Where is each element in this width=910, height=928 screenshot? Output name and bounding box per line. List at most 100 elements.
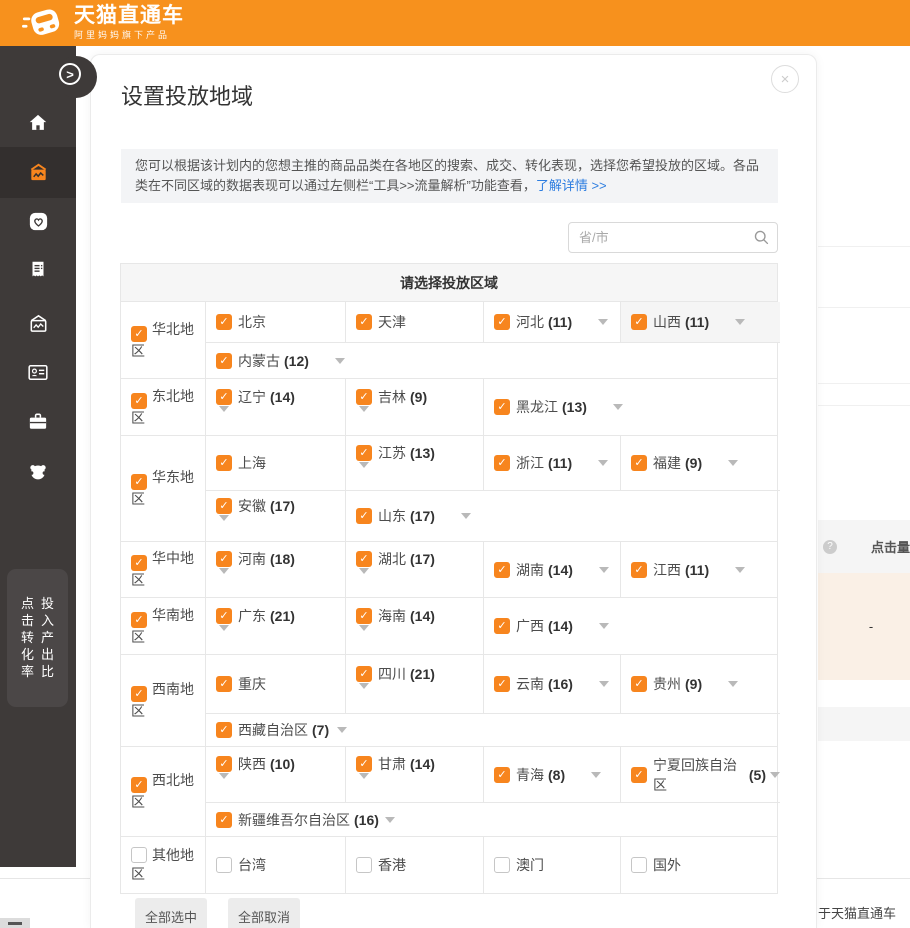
province-checkbox[interactable]: ✓ (494, 767, 510, 783)
province-checkbox[interactable]: ✓ (494, 618, 510, 634)
province-checkbox[interactable]: ✓ (216, 314, 232, 330)
province-checkbox[interactable]: ✓ (216, 756, 232, 772)
expand-cities-arrow-icon[interactable] (591, 772, 601, 778)
expand-cities-arrow-icon[interactable] (219, 515, 229, 537)
province-checkbox[interactable]: ✓ (631, 767, 647, 783)
expand-cities-arrow-icon[interactable] (219, 406, 229, 428)
expand-cities-arrow-icon[interactable] (359, 773, 369, 795)
metric-tab-roi[interactable]: 投入产出比 (41, 597, 54, 679)
metric-char: 入 (41, 614, 54, 628)
expand-cities-arrow-icon[interactable] (598, 319, 608, 325)
region-search-input[interactable] (568, 222, 778, 253)
expand-cities-arrow-icon[interactable] (613, 404, 623, 410)
province-label: 黑龙江 (516, 397, 558, 417)
expand-cities-arrow-icon[interactable] (728, 460, 738, 466)
expand-cities-arrow-icon[interactable] (359, 625, 369, 647)
close-icon[interactable]: × (771, 65, 799, 93)
expand-cities-arrow-icon[interactable] (599, 681, 609, 687)
region-checkbox[interactable]: ✓ (131, 326, 147, 342)
expand-cities-arrow-icon[interactable] (359, 462, 369, 484)
expand-cities-arrow-icon[interactable] (598, 460, 608, 466)
region-checkbox[interactable] (131, 847, 147, 863)
sidebar-item-tmall-cat[interactable] (0, 460, 76, 488)
province-checkbox[interactable]: ✓ (494, 455, 510, 471)
province-checkbox[interactable]: ✓ (356, 445, 372, 461)
metric-tab-click-conversion[interactable]: 点击转化率 (21, 597, 34, 679)
expand-cities-arrow-icon[interactable] (461, 513, 471, 519)
expand-sidebar-icon[interactable]: > (59, 63, 81, 85)
province-checkbox[interactable] (631, 857, 647, 873)
province-label: 陕西 (238, 754, 266, 774)
expand-cities-arrow-icon[interactable] (728, 681, 738, 687)
help-icon[interactable]: ? (823, 540, 837, 554)
province-checkbox[interactable]: ✓ (356, 551, 372, 567)
province-checkbox[interactable]: ✓ (216, 551, 232, 567)
province-checkbox[interactable]: ✓ (494, 562, 510, 578)
sidebar-item-mail-campaign[interactable] (0, 312, 76, 340)
region-checkbox[interactable]: ✓ (131, 777, 147, 793)
province-checkbox[interactable]: ✓ (356, 756, 372, 772)
brand-block[interactable]: 天猫直通车 阿里妈妈旗下产品 (74, 5, 184, 41)
province-label: 新疆维吾尔自治区 (238, 810, 350, 830)
province-checkbox[interactable]: ✓ (631, 562, 647, 578)
province-row: ✓河南(18)✓湖北(17)✓湖南(14)✓江西(11) (206, 542, 780, 597)
province-checkbox[interactable]: ✓ (216, 676, 232, 692)
province-checkbox[interactable] (216, 857, 232, 873)
region-checkbox[interactable]: ✓ (131, 474, 147, 490)
province-checkbox[interactable]: ✓ (356, 314, 372, 330)
province-checkbox[interactable]: ✓ (356, 389, 372, 405)
city-count: (18) (270, 551, 295, 567)
province-checkbox[interactable]: ✓ (216, 722, 232, 738)
province-checkbox[interactable]: ✓ (631, 676, 647, 692)
region-group: ✓华北地区✓北京✓天津✓河北(11)✓山西(11)✓内蒙古(12) (121, 302, 777, 378)
sidebar-item-home[interactable] (0, 112, 76, 139)
region-checkbox[interactable]: ✓ (131, 612, 147, 628)
province-checkbox[interactable]: ✓ (356, 666, 372, 682)
sidebar-item-campaign[interactable] (0, 161, 76, 189)
expand-cities-arrow-icon[interactable] (337, 727, 347, 733)
province-checkbox[interactable]: ✓ (494, 399, 510, 415)
province-checkbox[interactable]: ✓ (494, 676, 510, 692)
sidebar-item-favorites-heart[interactable] (0, 210, 76, 238)
province-checkbox[interactable]: ✓ (216, 389, 232, 405)
expand-cities-arrow-icon[interactable] (359, 683, 369, 705)
sidebar-item-id-card[interactable] (0, 361, 76, 389)
province-checkbox[interactable]: ✓ (216, 455, 232, 471)
expand-cities-arrow-icon[interactable] (219, 625, 229, 647)
expand-cities-arrow-icon[interactable] (219, 568, 229, 590)
select-all-button[interactable]: 全部选中 (135, 898, 207, 928)
learn-more-link[interactable]: 了解详情 >> (536, 178, 607, 193)
brand-subtitle: 阿里妈妈旗下产品 (74, 28, 184, 41)
province-checkbox[interactable]: ✓ (216, 812, 232, 828)
expand-cities-arrow-icon[interactable] (599, 623, 609, 629)
cancel-all-button[interactable]: 全部取消 (228, 898, 300, 928)
expand-cities-arrow-icon[interactable] (359, 568, 369, 590)
region-cell: ✓华东地区 (121, 436, 205, 541)
expand-cities-arrow-icon[interactable] (735, 319, 745, 325)
sidebar-item-briefcase[interactable] (0, 410, 76, 438)
expand-cities-arrow-icon[interactable] (335, 358, 345, 364)
expand-cities-arrow-icon[interactable] (770, 772, 780, 778)
sidebar-item-report-receipt[interactable] (0, 259, 76, 286)
region-checkbox[interactable]: ✓ (131, 393, 147, 409)
province-checkbox[interactable]: ✓ (216, 498, 232, 514)
sidebar: > 点击转化率 投入产出比 (0, 46, 76, 867)
region-checkbox[interactable]: ✓ (131, 555, 147, 571)
province-checkbox[interactable] (356, 857, 372, 873)
province-checkbox[interactable]: ✓ (631, 314, 647, 330)
expand-cities-arrow-icon[interactable] (385, 817, 395, 823)
province-checkbox[interactable]: ✓ (216, 353, 232, 369)
city-count: (5) (749, 767, 766, 783)
province-checkbox[interactable]: ✓ (494, 314, 510, 330)
province-checkbox[interactable]: ✓ (356, 508, 372, 524)
expand-cities-arrow-icon[interactable] (359, 406, 369, 428)
region-checkbox[interactable]: ✓ (131, 686, 147, 702)
expand-cities-arrow-icon[interactable] (219, 773, 229, 795)
expand-cities-arrow-icon[interactable] (599, 567, 609, 573)
province-checkbox[interactable]: ✓ (216, 608, 232, 624)
expand-cities-arrow-icon[interactable] (735, 567, 745, 573)
province-checkbox[interactable]: ✓ (631, 455, 647, 471)
province-checkbox[interactable]: ✓ (356, 608, 372, 624)
province-checkbox[interactable] (494, 857, 510, 873)
search-icon[interactable] (753, 229, 770, 246)
